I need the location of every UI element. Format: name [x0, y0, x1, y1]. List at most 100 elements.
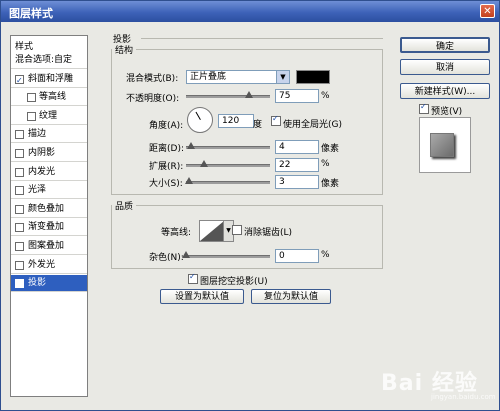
style-list-label: 斜面和浮雕 [28, 73, 74, 84]
style-list: 样式 混合选项:自定斜面和浮雕等高线纹理描边内阴影内发光光泽颜色叠加渐变叠加图案… [10, 35, 88, 397]
spread-unit: % [321, 159, 330, 169]
section-divider [141, 38, 383, 39]
global-light-label[interactable]: 使用全局光(G) [283, 117, 342, 130]
style-list-item[interactable]: 斜面和浮雕 [11, 71, 87, 89]
style-list-item[interactable]: 光泽 [11, 182, 87, 200]
spread-slider-thumb[interactable] [200, 160, 209, 167]
structure-title: 结构 [115, 46, 134, 56]
style-list-label: 外发光 [28, 259, 56, 270]
distance-label: 距离(D): [149, 144, 184, 154]
style-list-checkbox[interactable] [15, 130, 24, 140]
title-bar[interactable]: 图层样式 ✕ [1, 1, 499, 22]
angle-label: 角度(A): [149, 121, 184, 131]
global-light-checkbox[interactable] [271, 114, 281, 126]
style-list-checkbox[interactable] [15, 167, 24, 177]
style-list-label: 光泽 [28, 185, 47, 196]
angle-dial[interactable] [187, 107, 213, 133]
spread-input[interactable]: 22 [275, 158, 319, 172]
blend-mode-label: 混合模式(B): [126, 74, 179, 84]
style-list-checkbox[interactable] [15, 260, 24, 270]
style-list-item[interactable]: 混合选项:自定 [11, 52, 87, 69]
size-input[interactable]: 3 [275, 175, 319, 189]
preview-thumbnail [430, 133, 454, 157]
opacity-slider[interactable] [186, 91, 270, 98]
style-list-item[interactable]: 描边 [11, 126, 87, 144]
preview-label[interactable]: 预览(V) [431, 104, 462, 117]
style-list-item[interactable]: 图案叠加 [11, 238, 87, 255]
distance-input[interactable]: 4 [275, 140, 319, 154]
style-list-checkbox[interactable] [15, 223, 24, 233]
style-preview [419, 117, 471, 173]
opacity-input[interactable]: 75 [275, 89, 319, 103]
style-list-item[interactable]: 渐变叠加 [11, 219, 87, 237]
style-list-heading: 样式 [15, 42, 34, 52]
style-list-label: 图案叠加 [28, 241, 65, 251]
blend-mode-select[interactable]: 正片叠底 ▼ [186, 70, 290, 84]
style-list-label: 混合选项:自定 [15, 55, 73, 65]
contour-picker[interactable] [199, 220, 225, 242]
distance-slider[interactable] [186, 142, 270, 149]
style-list-label: 描边 [28, 129, 47, 140]
style-list-checkbox[interactable] [27, 93, 36, 103]
opacity-unit: % [321, 91, 330, 101]
style-list-item[interactable]: 等高线 [11, 89, 87, 107]
size-unit: 像素 [321, 179, 340, 189]
set-default-button[interactable]: 设置为默认值 [160, 289, 244, 304]
contour-curve-icon [200, 221, 224, 241]
style-list-checkbox[interactable] [15, 149, 24, 158]
antialias-label[interactable]: 消除锯齿(L) [244, 225, 292, 238]
style-list-label: 渐变叠加 [28, 222, 65, 233]
blend-mode-value: 正片叠底 [190, 72, 227, 82]
window-title: 图层样式 [9, 7, 53, 20]
style-list-checkbox[interactable] [15, 204, 24, 214]
spread-label: 扩展(R): [149, 162, 184, 172]
style-list-item[interactable]: 内发光 [11, 164, 87, 181]
style-list-label: 内阴影 [28, 148, 56, 158]
style-list-checkbox[interactable] [27, 111, 36, 121]
size-slider-thumb[interactable] [185, 177, 194, 184]
distance-slider-thumb[interactable] [187, 142, 196, 149]
style-list-label: 内发光 [28, 166, 56, 177]
cancel-button[interactable]: 取消 [400, 59, 490, 75]
knockout-checkbox[interactable] [188, 272, 198, 284]
style-list-item[interactable]: 内阴影 [11, 145, 87, 162]
noise-label: 杂色(N): [149, 253, 184, 263]
style-list-item[interactable]: 纹理 [11, 108, 87, 125]
style-list-checkbox[interactable] [15, 242, 24, 251]
style-list-checkbox[interactable] [15, 276, 24, 293]
watermark-url: jingyan.baidu.com [431, 393, 496, 401]
style-list-checkbox[interactable] [15, 186, 24, 196]
shadow-color-swatch[interactable] [296, 70, 330, 84]
size-label: 大小(S): [149, 179, 183, 189]
preview-checkbox[interactable] [419, 102, 429, 114]
close-button[interactable]: ✕ [480, 4, 495, 18]
chevron-down-icon: ▼ [276, 71, 289, 83]
style-list-item[interactable]: 投影 [11, 275, 87, 293]
angle-input[interactable]: 120 [218, 114, 254, 128]
noise-input[interactable]: 0 [275, 249, 319, 263]
distance-unit: 像素 [321, 144, 340, 154]
quality-title: 品质 [115, 202, 134, 212]
antialias-checkbox[interactable] [232, 225, 242, 235]
new-style-button[interactable]: 新建样式(W)... [400, 83, 490, 99]
style-list-checkbox[interactable] [15, 72, 24, 89]
style-list-label: 等高线 [39, 92, 67, 103]
style-list-item[interactable]: 外发光 [11, 257, 87, 274]
opacity-label: 不透明度(O): [126, 94, 180, 104]
knockout-label[interactable]: 图层挖空投影(U) [200, 274, 268, 287]
noise-unit: % [321, 250, 330, 260]
contour-label: 等高线: [161, 228, 192, 238]
style-list-label: 纹理 [39, 110, 58, 121]
style-list-label: 颜色叠加 [28, 203, 65, 214]
style-list-label: 投影 [28, 278, 47, 289]
ok-button[interactable]: 确定 [400, 37, 490, 53]
noise-slider-thumb[interactable] [182, 251, 190, 258]
opacity-slider-thumb[interactable] [245, 91, 253, 98]
style-list-item[interactable]: 颜色叠加 [11, 201, 87, 218]
noise-slider[interactable] [182, 251, 270, 258]
reset-default-button[interactable]: 复位为默认值 [251, 289, 331, 304]
angle-dial-hand [195, 111, 201, 120]
layer-style-dialog: 图层样式 ✕ 样式 混合选项:自定斜面和浮雕等高线纹理描边内阴影内发光光泽颜色叠… [0, 0, 500, 411]
size-slider[interactable] [185, 177, 270, 184]
spread-slider[interactable] [186, 160, 270, 167]
